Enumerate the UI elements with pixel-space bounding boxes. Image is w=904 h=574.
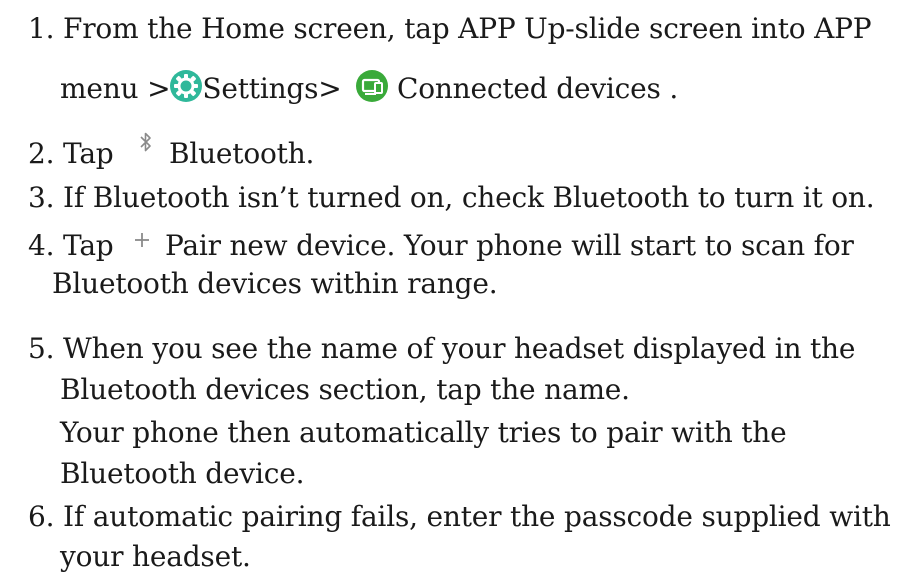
bluetooth-icon bbox=[138, 130, 154, 164]
step-5-line-4: Bluetooth device. bbox=[60, 457, 305, 491]
step-4-line-2: Bluetooth devices within range. bbox=[52, 267, 498, 301]
gear-icon bbox=[170, 70, 203, 102]
step-5-continuation-3: Bluetooth device. bbox=[60, 457, 305, 490]
step-6-line-1: 6. If automatic pairing fails, enter the… bbox=[28, 500, 891, 534]
step-1-text: 1. From the Home screen, tap APP Up-slid… bbox=[28, 12, 872, 45]
settings-label: Settings> bbox=[202, 72, 342, 105]
step-5-text: 5. When you see the name of your headset… bbox=[28, 332, 856, 365]
instruction-document: 1. From the Home screen, tap APP Up-slid… bbox=[0, 0, 904, 574]
step-6-continuation: your headset. bbox=[60, 540, 251, 573]
step-1-line-2: menu > Settings> Connected devices . bbox=[60, 70, 678, 106]
step-3-line: 3. If Bluetooth isn’t turned on, check B… bbox=[28, 181, 875, 215]
step-6-line-2: your headset. bbox=[60, 540, 251, 574]
plus-icon bbox=[134, 225, 150, 259]
step-4-prefix: 4. Tap bbox=[28, 229, 114, 262]
step-2-suffix: Bluetooth. bbox=[168, 137, 315, 170]
step-5-line-2: Bluetooth devices section, tap the name. bbox=[60, 373, 630, 407]
step-1-line-1: 1. From the Home screen, tap APP Up-slid… bbox=[28, 12, 872, 46]
step-5-line-1: 5. When you see the name of your headset… bbox=[28, 332, 855, 366]
connected-devices-icon bbox=[356, 70, 389, 102]
step-6-text: 6. If automatic pairing fails, enter the… bbox=[28, 500, 891, 533]
step-2-line: 2. Tap Bluetooth. bbox=[28, 130, 314, 171]
step-2-prefix: 2. Tap bbox=[28, 137, 114, 170]
step-3-text: 3. If Bluetooth isn’t turned on, check B… bbox=[28, 181, 875, 214]
step-4-line-1: 4. Tap Pair new device. Your phone will … bbox=[28, 225, 854, 263]
step-4-continuation: Bluetooth devices within range. bbox=[52, 267, 498, 300]
connected-devices-label: Connected devices . bbox=[396, 72, 679, 105]
step-1-menu-prefix: menu > bbox=[60, 72, 171, 105]
step-4-suffix: Pair new device. Your phone will start t… bbox=[164, 229, 854, 262]
step-5-line-3: Your phone then automatically tries to p… bbox=[60, 416, 787, 450]
step-5-continuation-2: Your phone then automatically tries to p… bbox=[60, 416, 787, 449]
step-5-continuation-1: Bluetooth devices section, tap the name. bbox=[60, 373, 630, 406]
